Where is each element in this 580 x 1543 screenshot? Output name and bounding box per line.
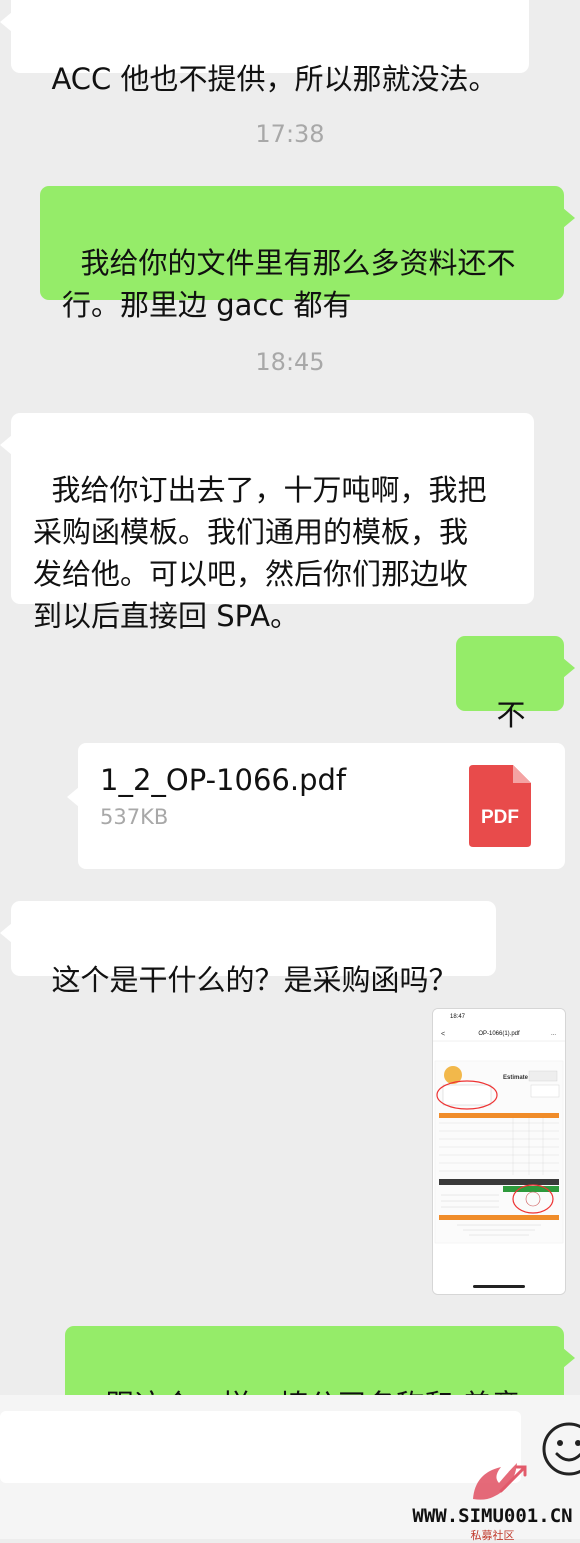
incoming-message[interactable]: 我给你订出去了，十万吨啊，我把 采购函模板。我们通用的模板，我 发给他。可以吧，… [0, 413, 534, 633]
incoming-message[interactable]: 这个是干什么的？是采购函吗？ [0, 901, 496, 997]
file-size: 537KB [100, 805, 169, 829]
file-name: 1_2_OP-1066.pdf [100, 763, 347, 797]
watermark-text: WWW.SIMU001.CN [412, 1505, 573, 1527]
file-attachment[interactable]: 1_2_OP-1066.pdf 537KB PDF [67, 743, 565, 869]
watermark-subtitle: 私募社区 [470, 1529, 515, 1542]
thumb-status-time: 18:47 [450, 1014, 466, 1020]
message-text: 我给你订出去了，十万吨啊，我把 采购函模板。我们通用的模板，我 发给他。可以吧，… [33, 473, 487, 633]
document-screenshot: 18:47 < OP-1066(1).pdf ... Estimate [433, 1009, 565, 1294]
pdf-icon: PDF [469, 765, 531, 847]
message-text: ACC 他也不提供，所以那就没法。 [51, 62, 498, 96]
outgoing-message[interactable]: 不是 [456, 636, 575, 774]
watermark: WWW.SIMU001.CN 私募社区 [405, 1457, 580, 1542]
image-message[interactable]: 18:47 < OP-1066(1).pdf ... Estimate [432, 1008, 566, 1295]
incoming-message[interactable]: ACC 他也不提供，所以那就没法。 [0, 0, 529, 96]
outgoing-message[interactable]: 我给你的文件里有那么多资料还不 行。那里边 gacc 都有 [40, 186, 575, 322]
thumb-doc-heading: Estimate [503, 1075, 529, 1081]
timestamp: 17:38 [255, 120, 325, 148]
thumb-title: OP-1066(1).pdf [478, 1031, 520, 1037]
message-text: 我给你的文件里有那么多资料还不 行。那里边 gacc 都有 [62, 246, 516, 322]
outgoing-message[interactable]: 跟这个一样。填公司名称和 盖章 [65, 1326, 575, 1422]
timestamp: 18:45 [255, 348, 325, 376]
svg-text:<: < [441, 1031, 445, 1038]
svg-text:...: ... [551, 1031, 556, 1037]
pdf-icon-label: PDF [481, 807, 519, 828]
watermark-logo [473, 1463, 527, 1500]
message-text: 这个是干什么的？是采购函吗？ [51, 963, 458, 997]
